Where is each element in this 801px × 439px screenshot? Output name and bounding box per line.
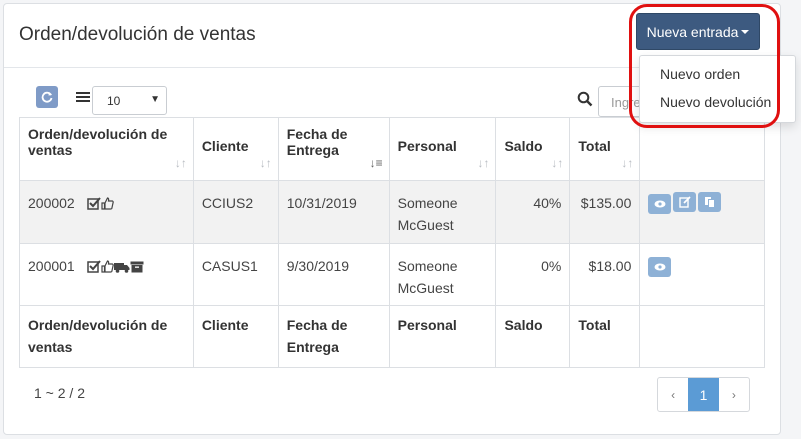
order-cell: 200002 bbox=[19, 180, 194, 244]
thumbs-up-icon bbox=[101, 260, 114, 273]
page-size-select[interactable]: 10 ▼ bbox=[92, 86, 167, 115]
sort-desc-icon: ↓≡ bbox=[369, 156, 383, 170]
footer-order: Orden/devolución de ventas bbox=[19, 305, 194, 368]
footer-actions bbox=[639, 305, 765, 368]
col-header-order[interactable]: Orden/devolución de ventas ↓↑ bbox=[19, 117, 194, 181]
staff-cell: Someone McGuest bbox=[388, 180, 497, 244]
chevron-down-icon: ▼ bbox=[150, 94, 160, 105]
new-entry-label: Nueva entrada bbox=[646, 23, 739, 40]
archive-icon bbox=[130, 261, 144, 272]
refresh-icon bbox=[41, 91, 53, 103]
edit-icon bbox=[679, 196, 691, 208]
page-size-value: 10 bbox=[107, 94, 121, 108]
footer-staff: Personal bbox=[388, 305, 497, 368]
footer-customer: Cliente bbox=[192, 305, 279, 368]
footer-total: Total bbox=[569, 305, 641, 368]
view-button[interactable] bbox=[648, 257, 672, 277]
date-cell: 10/31/2019 bbox=[277, 180, 390, 244]
refresh-button[interactable] bbox=[36, 86, 58, 108]
actions-cell bbox=[639, 243, 765, 306]
prev-page-button[interactable]: ‹ bbox=[658, 378, 688, 411]
col-header-actions bbox=[639, 117, 765, 181]
customer-cell: CASUS1 bbox=[192, 243, 279, 306]
balance-cell: 0% bbox=[495, 243, 571, 306]
balance-cell: 40% bbox=[495, 180, 571, 244]
new-entry-dropdown: Nuevo orden Nuevo devolución bbox=[639, 55, 796, 123]
col-header-customer[interactable]: Cliente ↓↑ bbox=[192, 117, 279, 181]
view-button[interactable] bbox=[648, 194, 672, 214]
view-icon bbox=[654, 200, 666, 208]
copy-button[interactable] bbox=[698, 192, 722, 212]
actions-cell bbox=[639, 180, 765, 244]
footer-balance: Saldo bbox=[495, 305, 571, 368]
sort-icon: ↓↑ bbox=[174, 156, 187, 170]
edit-button[interactable] bbox=[673, 192, 697, 212]
new-entry-button[interactable]: Nueva entrada bbox=[636, 13, 760, 50]
table-header-row: Orden/devolución de ventas ↓↑ Cliente ↓↑ F… bbox=[19, 117, 765, 181]
menu-item-new-order[interactable]: Nuevo orden bbox=[660, 66, 740, 82]
orders-table: Orden/devolución de ventas ↓↑ Cliente ↓↑ F… bbox=[19, 117, 765, 368]
order-number[interactable]: 200001 bbox=[28, 258, 75, 274]
col-header-staff[interactable]: Personal ↓↑ bbox=[388, 117, 497, 181]
menu-item-new-return[interactable]: Nuevo devolución bbox=[660, 94, 771, 110]
order-number[interactable]: 200002 bbox=[28, 195, 75, 211]
sort-icon: ↓↑ bbox=[621, 156, 634, 170]
page-button-1[interactable]: 1 bbox=[688, 378, 719, 411]
total-cell: $135.00 bbox=[569, 180, 641, 244]
sort-icon: ↓↑ bbox=[259, 156, 272, 170]
table-row: 200001 CASUS1 9/30/2019 Someone McGuest … bbox=[19, 243, 765, 306]
col-header-total[interactable]: Total ↓↑ bbox=[569, 117, 641, 181]
table-row: 200002 CCIUS2 10/31/2019 Someone McGuest… bbox=[19, 180, 765, 244]
caret-down-icon bbox=[741, 29, 750, 34]
view-icon bbox=[654, 263, 666, 271]
sort-icon: ↓↑ bbox=[551, 156, 564, 170]
thumbs-up-icon bbox=[101, 197, 114, 210]
customer-cell: CCIUS2 bbox=[192, 180, 279, 244]
column-menu-icon[interactable] bbox=[76, 92, 90, 103]
page-title: Orden/devolución de ventas bbox=[19, 24, 256, 45]
date-cell: 9/30/2019 bbox=[277, 243, 390, 306]
total-cell: $18.00 bbox=[569, 243, 641, 306]
copy-icon bbox=[704, 197, 715, 208]
staff-cell: Someone McGuest bbox=[388, 243, 497, 306]
col-header-date[interactable]: Fecha de Entrega ↓≡ bbox=[277, 117, 390, 181]
search-icon[interactable] bbox=[577, 91, 593, 107]
truck-icon bbox=[113, 262, 130, 273]
col-header-balance[interactable]: Saldo ↓↑ bbox=[495, 117, 571, 181]
sort-icon: ↓↑ bbox=[477, 156, 490, 170]
check-icon bbox=[86, 197, 101, 210]
pagination: ‹ 1 › bbox=[657, 377, 750, 412]
pagination-info: 1 ~ 2 / 2 bbox=[34, 385, 85, 401]
check-icon bbox=[86, 260, 101, 273]
table-footer-row: Orden/devolución de ventas Cliente Fecha… bbox=[19, 305, 765, 368]
next-page-button[interactable]: › bbox=[719, 378, 749, 411]
footer-date: Fecha de Entrega bbox=[277, 305, 390, 368]
order-cell: 200001 bbox=[19, 243, 194, 306]
